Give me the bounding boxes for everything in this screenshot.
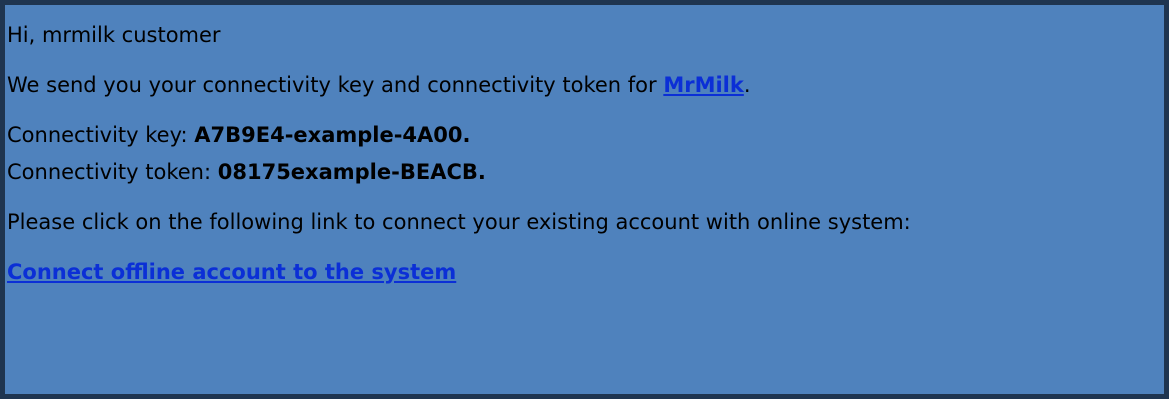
intro-text: We send you your connectivity key and co…: [7, 73, 664, 97]
connectivity-key-label: Connectivity key:: [7, 123, 195, 147]
connectivity-token-label: Connectivity token:: [7, 160, 218, 184]
connect-account-link[interactable]: Connect offline account to the system: [7, 260, 456, 284]
intro-paragraph: We send you your connectivity key and co…: [7, 71, 1164, 99]
email-body: Hi, mrmilk customer We send you your con…: [0, 0, 1169, 399]
mrmilk-link[interactable]: MrMilk: [663, 73, 744, 97]
connect-link-line: Connect offline account to the system: [7, 258, 1164, 286]
greeting-text: Hi, mrmilk customer: [7, 23, 221, 47]
instruction-text: Please click on the following link to co…: [7, 210, 911, 234]
connectivity-key-line: Connectivity key: A7B9E4-example-4A00.: [7, 121, 1164, 149]
intro-end: .: [743, 73, 751, 97]
connectivity-token-line: Connectivity token: 08175example-BEACB.: [7, 158, 1164, 186]
connectivity-key-value: A7B9E4-example-4A00.: [194, 123, 471, 147]
connectivity-token-value: 08175example-BEACB.: [217, 160, 486, 184]
